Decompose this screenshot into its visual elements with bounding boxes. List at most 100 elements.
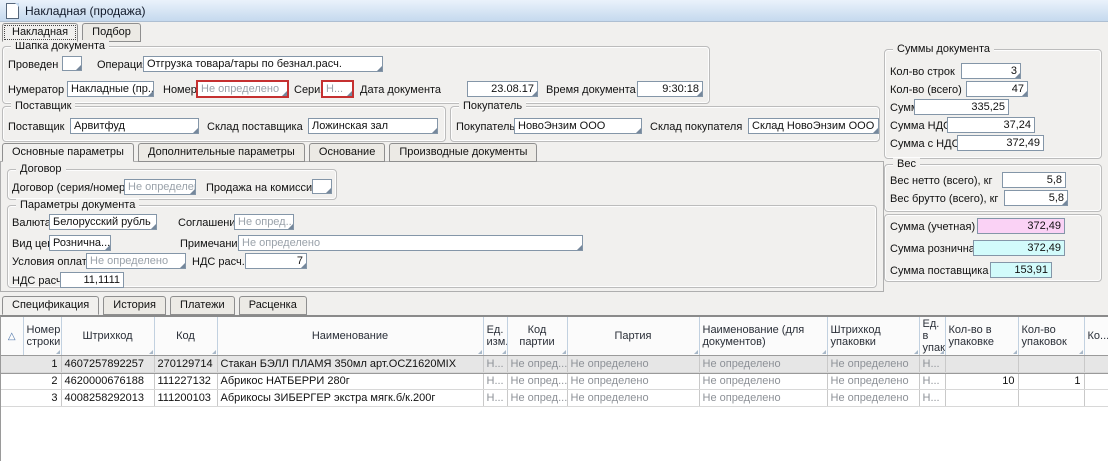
sort-header[interactable]: △ (1, 317, 23, 356)
currency-field[interactable]: Белорусский рубль (49, 214, 157, 230)
cell-pack-unit[interactable]: Н... (919, 390, 945, 407)
vat-calc2-field[interactable]: 11,1111 (60, 272, 124, 288)
cell-line-no[interactable]: 2 (1, 373, 61, 390)
sum-field[interactable]: 335,25 (914, 99, 1009, 115)
tab-derived-docs[interactable]: Производные документы (389, 143, 537, 162)
cell-line-no[interactable]: 3 (1, 390, 61, 407)
gross-weight-field[interactable]: 5,8 (1004, 190, 1068, 206)
table-row[interactable]: 3 4008258292013 111200103 Абрикосы ЗИБЕР… (1, 390, 1108, 407)
cell-pack-barcode[interactable]: Не определено (827, 373, 919, 390)
col-line-no[interactable]: Номер строки (23, 317, 61, 356)
tab-pricing[interactable]: Расценка (239, 296, 307, 315)
cell-qty-in-pack[interactable] (945, 390, 1018, 407)
cell-qty-in-pack[interactable]: 10 (945, 373, 1018, 390)
col-pack-barcode[interactable]: Штрихкод упаковки (827, 317, 919, 356)
cell-barcode[interactable]: 4607257892257 (61, 356, 154, 373)
cell-batch[interactable]: Не определено (567, 356, 699, 373)
cell-batch-code[interactable]: Не опред... (507, 390, 567, 407)
weight-group-title: Вес (893, 158, 920, 171)
commission-checkbox[interactable] (312, 179, 332, 194)
cell-unit[interactable]: Н... (483, 373, 507, 390)
cell-last[interactable] (1084, 356, 1108, 373)
tab-payments[interactable]: Платежи (170, 296, 235, 315)
col-barcode[interactable]: Штрихкод (61, 317, 154, 356)
cell-pack-barcode[interactable]: Не определено (827, 390, 919, 407)
price-kind-field[interactable]: Рознична... (49, 235, 111, 251)
cell-doc-name[interactable]: Не определено (699, 373, 827, 390)
col-pack-unit[interactable]: Ед. в упак (919, 317, 945, 356)
cell-pack-qty[interactable] (1018, 390, 1084, 407)
cell-code[interactable]: 111200103 (154, 390, 217, 407)
price-kind-label: Вид цен (12, 237, 53, 251)
cell-pack-unit[interactable]: Н... (919, 356, 945, 373)
window-titlebar[interactable]: Накладная (продажа) (0, 0, 1108, 22)
vat-calc-field[interactable]: 7 (245, 253, 307, 269)
cell-last[interactable] (1084, 373, 1108, 390)
cell-pack-barcode[interactable]: Не определено (827, 356, 919, 373)
payment-terms-field[interactable]: Не определено (86, 253, 186, 269)
cell-name[interactable]: Абрикос НАТБЕРРИ 280г (217, 373, 483, 390)
table-row[interactable]: 1 4607257892257 270129714 Стакан БЭЛЛ ПЛ… (1, 356, 1108, 373)
col-last[interactable]: Ко... (1084, 317, 1108, 356)
cell-batch-code[interactable]: Не опред... (507, 356, 567, 373)
specification-table[interactable]: △ Номер строки Штрихкод Код Наименование… (0, 315, 1108, 461)
table-row[interactable]: 2 4620000676188 111227132 Абрикос НАТБЕР… (1, 373, 1108, 390)
col-qty-in-pack[interactable]: Кол-во в упаковке (945, 317, 1018, 356)
supplier-field[interactable]: Арвитфуд (70, 118, 199, 134)
tab-specification[interactable]: Спецификация (2, 296, 99, 315)
lines-count-field[interactable]: 3 (961, 63, 1021, 79)
col-batch-code[interactable]: Код партии (507, 317, 567, 356)
sum-supplier-field[interactable]: 153,91 (990, 262, 1052, 278)
cell-qty-in-pack[interactable] (945, 356, 1018, 373)
tab-main-params[interactable]: Основные параметры (2, 143, 134, 162)
cell-code[interactable]: 270129714 (154, 356, 217, 373)
doc-date-field[interactable]: 23.08.17 (467, 81, 538, 97)
cell-pack-qty[interactable] (1018, 356, 1084, 373)
tab-invoice[interactable]: Накладная (2, 23, 78, 42)
cell-doc-name[interactable]: Не определено (699, 390, 827, 407)
col-unit[interactable]: Ед. изм. (483, 317, 507, 356)
cell-doc-name[interactable]: Не определено (699, 356, 827, 373)
net-weight-field[interactable]: 5,8 (1002, 172, 1066, 188)
cell-barcode[interactable]: 4620000676188 (61, 373, 154, 390)
cell-barcode[interactable]: 4008258292013 (61, 390, 154, 407)
note-field[interactable]: Не определено (238, 235, 583, 251)
sum-account-field[interactable]: 372,49 (977, 218, 1065, 234)
buyer-warehouse-field[interactable]: Склад НовоЭнзим ООО (748, 118, 879, 134)
col-doc-name[interactable]: Наименование (для документов) (699, 317, 827, 356)
col-code[interactable]: Код (154, 317, 217, 356)
cell-name[interactable]: Абрикосы ЗИБЕРГЕР экстра мягк.б/к.200г (217, 390, 483, 407)
col-name[interactable]: Наименование (217, 317, 483, 356)
sum-vat-field[interactable]: 37,24 (947, 117, 1035, 133)
qty-total-field[interactable]: 47 (966, 81, 1028, 97)
doc-time-field[interactable]: 9:30:18 (637, 81, 703, 97)
sum-with-vat-field[interactable]: 372,49 (957, 135, 1044, 151)
posted-checkbox[interactable] (62, 56, 82, 71)
cell-name[interactable]: Стакан БЭЛЛ ПЛАМЯ 350мл арт.OCZ1620MIX (217, 356, 483, 373)
cell-unit[interactable]: Н... (483, 390, 507, 407)
number-field[interactable]: Не определено (196, 80, 289, 98)
sum-retail-field[interactable]: 372,49 (973, 240, 1065, 256)
contract-field[interactable]: Не определено (124, 179, 196, 195)
supplier-warehouse-field[interactable]: Ложинская зал (308, 118, 438, 134)
cell-pack-qty[interactable]: 1 (1018, 373, 1084, 390)
cell-line-no[interactable]: 1 (1, 356, 61, 373)
cell-pack-unit[interactable]: Н... (919, 373, 945, 390)
tab-extra-params[interactable]: Дополнительные параметры (138, 143, 305, 162)
col-batch[interactable]: Партия (567, 317, 699, 356)
cell-batch[interactable]: Не определено (567, 373, 699, 390)
tab-history[interactable]: История (103, 296, 166, 315)
operation-field[interactable]: Отгрузка товара/тары по безнал.расч. (143, 56, 383, 72)
cell-batch[interactable]: Не определено (567, 390, 699, 407)
cell-batch-code[interactable]: Не опред... (507, 373, 567, 390)
tab-basis[interactable]: Основание (309, 143, 385, 162)
cell-unit[interactable]: Н... (483, 356, 507, 373)
numerator-field[interactable]: Накладные (пр... (67, 81, 154, 97)
agreement-field[interactable]: Не опред... (234, 214, 294, 230)
posted-label: Проведен (8, 58, 58, 72)
series-field[interactable]: Н... (321, 80, 354, 98)
col-pack-qty[interactable]: Кол-во упаковок (1018, 317, 1084, 356)
cell-last[interactable] (1084, 390, 1108, 407)
cell-code[interactable]: 111227132 (154, 373, 217, 390)
buyer-field[interactable]: НовоЭнзим ООО (514, 118, 642, 134)
